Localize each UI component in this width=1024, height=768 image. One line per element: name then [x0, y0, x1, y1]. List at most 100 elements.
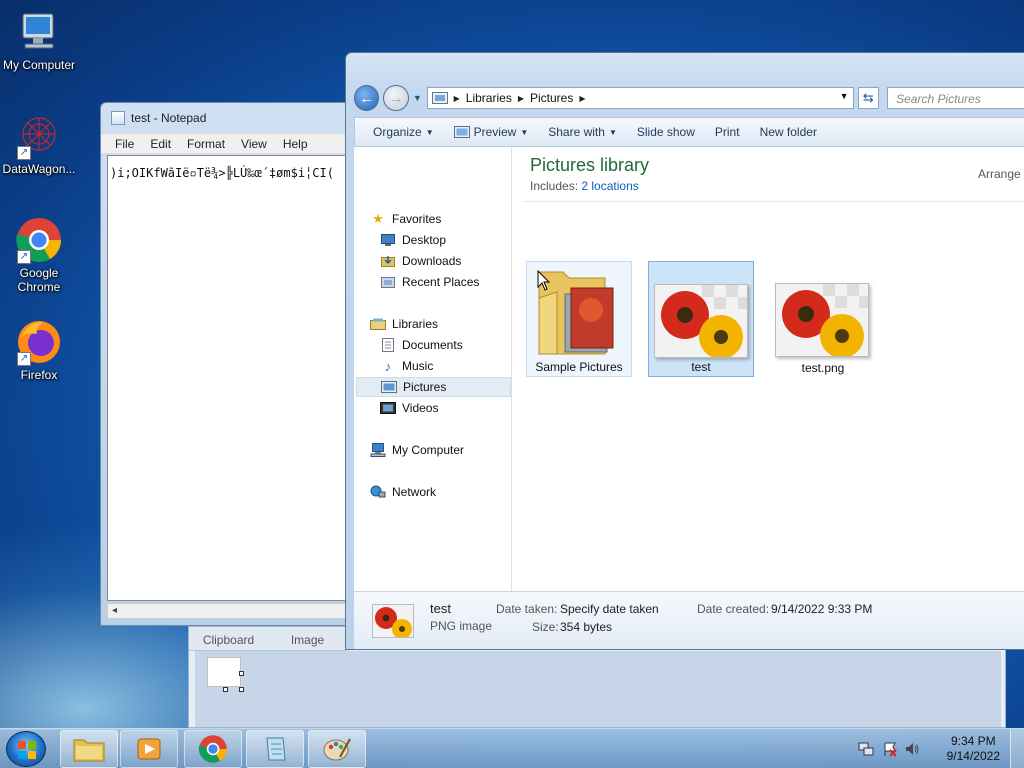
shortcut-arrow-icon: ↗ [17, 146, 31, 160]
paint-canvas-area [195, 651, 1001, 727]
nav-label: Network [392, 485, 437, 499]
nav-libraries[interactable]: Libraries [370, 314, 525, 334]
desktop-icon-datawagon[interactable]: ↗ DataWagon... [0, 112, 78, 176]
details-pane: test PNG image Date taken: Specify date … [354, 591, 1024, 649]
forward-button[interactable]: → [383, 85, 409, 111]
details-file-type: PNG image [430, 619, 493, 633]
documents-icon [380, 337, 396, 353]
desktop-icon-my-computer[interactable]: My Computer [0, 8, 78, 72]
refresh-icon: ⇆ [862, 90, 874, 105]
breadcrumb-separator-icon[interactable]: ▶ [579, 94, 585, 103]
recent-pages-dropdown-icon[interactable]: ▼ [413, 93, 423, 103]
file-list-pane: Pictures library Includes: 2 locations A… [512, 147, 1024, 591]
pictures-icon [381, 379, 397, 395]
desktop-icon-firefox[interactable]: ↗ Firefox [0, 318, 78, 382]
new-folder-button[interactable]: New folder [750, 125, 827, 139]
file-test-png[interactable]: test.png [770, 261, 876, 377]
breadcrumb-pictures[interactable]: Pictures [524, 91, 579, 105]
nav-network[interactable]: Network [370, 482, 525, 502]
libraries-icon [370, 316, 386, 332]
file-test[interactable]: test [648, 261, 754, 377]
date-created-value: 9/14/2022 9:33 PM [771, 602, 873, 616]
details-file-name: test [430, 601, 451, 616]
recent-places-icon [380, 274, 396, 290]
show-desktop-button[interactable] [1010, 729, 1024, 768]
nav-pictures[interactable]: Pictures [356, 377, 511, 397]
date-taken-label: Date taken: [496, 602, 558, 616]
start-button[interactable] [6, 731, 46, 767]
clock-date: 9/14/2022 [946, 749, 1000, 763]
date-taken-value[interactable]: Specify date taken [560, 602, 659, 616]
notepad-icon [111, 111, 125, 125]
resize-handle[interactable] [223, 687, 228, 692]
taskbar-explorer-button[interactable] [60, 730, 118, 768]
dropdown-caret-icon: ▼ [608, 127, 617, 137]
taskbar: 9:34 PM 9/14/2022 [0, 728, 1024, 768]
pictures-library-icon [431, 92, 448, 104]
paint-group-clipboard[interactable]: Clipboard [189, 627, 268, 650]
library-includes: Includes: 2 locations [530, 179, 639, 193]
preview-button[interactable]: Preview ▼ [444, 125, 539, 139]
image-thumbnail [775, 283, 869, 357]
taskbar-paint-button[interactable] [308, 730, 366, 768]
menu-file[interactable]: File [107, 134, 142, 153]
system-tray: 9:34 PM 9/14/2022 [854, 729, 1024, 768]
computer-icon [15, 8, 63, 56]
share-with-label: Share with [548, 125, 605, 139]
menu-help[interactable]: Help [275, 134, 316, 153]
datawagon-icon: ↗ [15, 112, 63, 160]
breadcrumb-libraries[interactable]: Libraries [460, 91, 518, 105]
scroll-left-arrow-icon[interactable]: ◂ [112, 605, 117, 616]
address-bar[interactable]: ▶ Libraries ▶ Pictures ▶ ▼ [426, 87, 854, 109]
menu-format[interactable]: Format [179, 134, 233, 153]
paint-icon [323, 738, 351, 761]
organize-button[interactable]: Organize ▼ [363, 125, 444, 139]
menu-view[interactable]: View [233, 134, 275, 153]
back-button[interactable]: ← [354, 85, 380, 111]
taskbar-notepad-button[interactable] [246, 730, 304, 768]
search-input[interactable]: Search Pictures [887, 87, 1024, 109]
explorer-window: ← → ▼ ▶ Libraries ▶ Pictures ▶ ▼ ⇆ Searc… [345, 52, 1024, 650]
paint-canvas[interactable] [207, 657, 241, 687]
print-button[interactable]: Print [705, 125, 750, 139]
menu-edit[interactable]: Edit [142, 134, 179, 153]
refresh-button[interactable]: ⇆ [857, 87, 880, 109]
image-thumbnail [654, 284, 748, 358]
taskbar-media-player-button[interactable] [120, 730, 178, 768]
nav-label: Videos [402, 401, 439, 415]
share-with-button[interactable]: Share with ▼ [538, 125, 627, 139]
address-dropdown-icon[interactable]: ▼ [840, 91, 849, 101]
organize-label: Organize [373, 125, 422, 139]
nav-label: Downloads [402, 254, 462, 268]
desktop-icon-chrome[interactable]: ↗ Google Chrome [0, 216, 78, 294]
new-folder-label: New folder [759, 125, 817, 139]
shortcut-arrow-icon: ↗ [17, 352, 31, 366]
resize-handle[interactable] [239, 671, 244, 676]
command-bar: Organize ▼ Preview ▼ Share with ▼ Slide … [354, 117, 1024, 147]
resize-handle[interactable] [239, 687, 244, 692]
slide-show-button[interactable]: Slide show [627, 125, 705, 139]
desktop-icon-label: Firefox [20, 368, 58, 382]
clock[interactable]: 9:34 PM 9/14/2022 [947, 734, 1000, 764]
arrange-by-button[interactable]: Arrange [978, 167, 1021, 181]
notepad-titlebar[interactable]: test - Notepad [101, 103, 359, 133]
taskbar-chrome-button[interactable] [184, 730, 242, 768]
paint-ribbon-groups: Clipboard Image [189, 627, 347, 651]
nav-favorites[interactable]: ★ Favorites [370, 209, 525, 229]
notepad-window: test - Notepad File Edit Format View Hel… [100, 102, 360, 626]
notepad-title: test - Notepad [131, 111, 207, 125]
volume-icon[interactable] [904, 741, 920, 760]
action-center-flag-icon[interactable] [882, 741, 898, 760]
locations-link[interactable]: 2 locations [581, 179, 638, 193]
preview-icon [453, 126, 470, 138]
nav-my-computer[interactable]: My Computer [370, 440, 525, 460]
notepad-text-area[interactable]: )i;OIKfWãIë▫Të¾>╠LÚ‰œ´‡øm$i╎CI( [107, 155, 359, 601]
details-thumbnail [372, 604, 414, 638]
chrome-icon: ↗ [15, 216, 63, 264]
explorer-icon [73, 739, 105, 762]
desktop-icon [380, 232, 396, 248]
desktop-icon-label: My Computer [2, 58, 76, 72]
horizontal-scrollbar[interactable]: ◂ [107, 603, 359, 619]
network-status-icon[interactable] [858, 741, 874, 760]
paint-group-image[interactable]: Image [268, 627, 347, 650]
